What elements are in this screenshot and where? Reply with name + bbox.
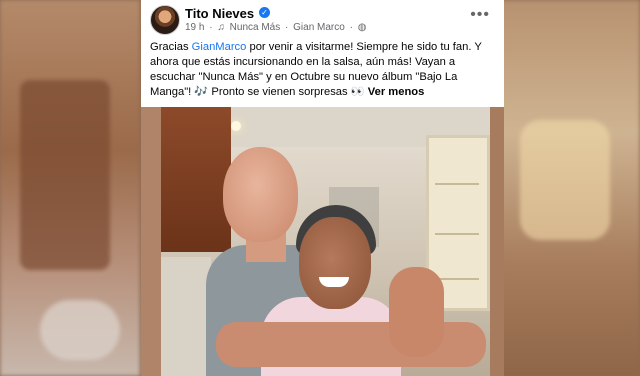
verified-badge-icon: ✓ (259, 7, 270, 18)
post-header: Tito Nieves ✓ 19 h · ♫ Nunca Más · Gian … (141, 0, 504, 36)
background-shape (520, 120, 610, 240)
background-left (0, 0, 140, 376)
meta-separator: · (209, 22, 213, 33)
song-artist[interactable]: Gian Marco (293, 22, 345, 33)
person-head (223, 147, 298, 242)
ceiling-light (231, 121, 241, 131)
post-photo[interactable] (141, 107, 504, 376)
post-text: Gracias GianMarco por venir a visitarme!… (150, 40, 490, 100)
person-head (299, 217, 371, 309)
avatar[interactable] (150, 5, 180, 35)
facebook-post: Tito Nieves ✓ 19 h · ♫ Nunca Más · Gian … (141, 0, 504, 376)
post-time[interactable]: 19 h (185, 22, 204, 33)
background-shape (40, 300, 120, 360)
more-options-button[interactable]: ••• (470, 6, 490, 24)
shelf-board (435, 183, 479, 185)
see-less-button[interactable]: Ver menos (368, 86, 425, 98)
person-arm (216, 322, 486, 367)
globe-icon: ◍ (357, 22, 367, 33)
meta-separator: · (349, 22, 353, 33)
background-shape (20, 80, 110, 270)
meta-separator: · (285, 22, 289, 33)
person-hand (389, 267, 444, 357)
author-name[interactable]: Tito Nieves (185, 6, 254, 21)
kitchen-appliance (161, 257, 211, 376)
background-right (500, 0, 640, 376)
shelf-board (435, 233, 479, 235)
kitchen-cabinet (161, 107, 231, 252)
post-meta: 19 h · ♫ Nunca Más · Gian Marco · ◍ (185, 22, 368, 33)
song-title[interactable]: Nunca Más (230, 22, 281, 33)
shelf-board (435, 278, 479, 280)
post-text-part: Gracias (150, 41, 192, 53)
music-note-icon: ♫ (217, 22, 225, 33)
photo-border (141, 107, 161, 376)
mention-link[interactable]: GianMarco (192, 41, 247, 53)
photo-border (490, 107, 504, 376)
